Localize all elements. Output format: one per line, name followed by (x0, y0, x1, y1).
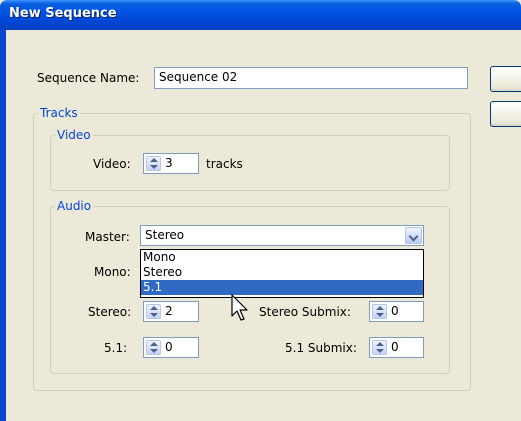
surround-submix-spinner[interactable]: 0 (369, 337, 424, 358)
stereo-tracks-value: 2 (165, 304, 173, 318)
dropdown-option-mono[interactable]: Mono (141, 250, 423, 265)
dropdown-option-5-1[interactable]: 5.1 (141, 280, 423, 295)
spin-up-down-icon[interactable] (372, 304, 387, 319)
tracks-legend: Tracks (40, 106, 78, 120)
surround-tracks-spinner[interactable]: 0 (143, 337, 199, 358)
mono-label: Mono: (94, 265, 131, 279)
surround-submix-label: 5.1 Submix: (285, 341, 357, 355)
dropdown-chevron-icon[interactable] (405, 227, 422, 244)
stereo-submix-spinner[interactable]: 0 (369, 301, 424, 322)
stereo-label: Stereo: (88, 305, 132, 319)
video-tracks-value: 3 (165, 156, 173, 170)
sequence-name-label: Sequence Name: (37, 71, 140, 85)
master-label: Master: (85, 230, 130, 244)
video-tracks-label: Video: (93, 157, 131, 171)
cancel-button[interactable] (490, 101, 521, 127)
surround-tracks-value: 0 (165, 340, 173, 354)
spin-up-down-icon[interactable] (146, 340, 161, 355)
mouse-pointer-icon (231, 294, 248, 321)
ok-button[interactable] (490, 66, 521, 92)
stereo-tracks-spinner[interactable]: 2 (143, 301, 199, 322)
new-sequence-dialog: New Sequence Sequence Name: Sequence 02 … (0, 0, 521, 421)
title-bar[interactable]: New Sequence (0, 0, 521, 30)
sequence-name-field[interactable]: Sequence 02 (154, 67, 468, 89)
spin-up-down-icon[interactable] (372, 340, 387, 355)
surround-submix-value: 0 (391, 340, 399, 354)
master-dropdown-list[interactable]: Mono Stereo 5.1 (140, 249, 424, 298)
audio-legend: Audio (57, 199, 92, 213)
window-title: New Sequence (9, 6, 117, 21)
video-tracks-suffix: tracks (206, 157, 243, 171)
video-tracks-spinner[interactable]: 3 (143, 153, 199, 174)
master-select-value: Stereo (145, 228, 185, 242)
stereo-submix-label: Stereo Submix: (259, 305, 351, 319)
master-select[interactable]: Stereo (140, 225, 424, 246)
window-frame-left (0, 30, 6, 421)
surround-label: 5.1: (104, 341, 128, 355)
video-legend: Video (57, 128, 91, 142)
dropdown-option-stereo[interactable]: Stereo (141, 265, 423, 280)
spin-up-down-icon[interactable] (146, 304, 161, 319)
stereo-submix-value: 0 (391, 304, 399, 318)
spin-up-down-icon[interactable] (146, 156, 161, 171)
